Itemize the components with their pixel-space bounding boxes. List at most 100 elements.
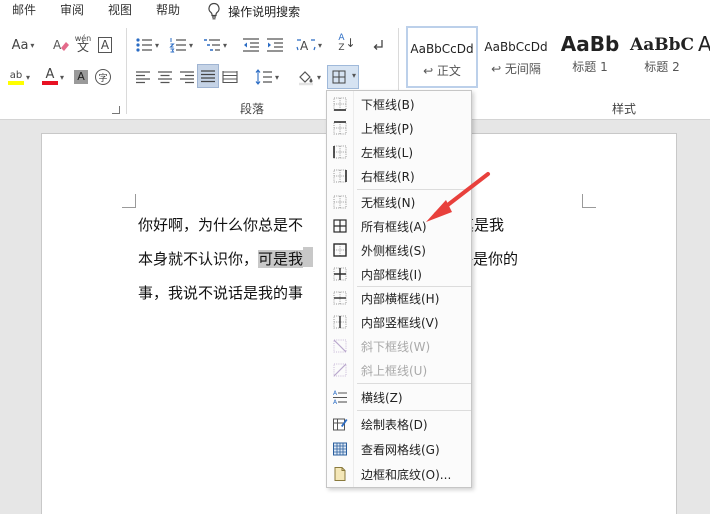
phonetic-guide-button[interactable]: wén 文 (74, 32, 92, 54)
menu-item-no-border[interactable]: 无框线(N) (327, 190, 471, 214)
numbering-button[interactable]: ▾ (166, 34, 196, 56)
menu-item-inside-horizontal[interactable]: 内部横框线(H) (327, 286, 471, 310)
increase-indent-button[interactable] (264, 34, 286, 56)
menu-item-label: 横线(Z) (361, 390, 403, 405)
group-separator (126, 28, 127, 114)
style-normal-name: ↩ 正文 (423, 64, 461, 78)
border-inside-horizontal-icon (333, 291, 347, 305)
draw-table-icon (333, 418, 348, 431)
decrease-indent-button[interactable] (240, 34, 262, 56)
align-center-button[interactable] (156, 66, 174, 88)
asian-layout-button[interactable]: A ▾ (294, 34, 324, 56)
menu-item-outside-borders[interactable]: 外侧框线(S) (327, 238, 471, 262)
align-left-button[interactable] (134, 66, 152, 88)
border-bottom-icon (333, 97, 347, 111)
text-highlight-button[interactable]: ab ▾ (4, 66, 34, 88)
distributed-button[interactable] (221, 66, 239, 88)
svg-text:A: A (53, 38, 62, 52)
menu-item-bottom-border[interactable]: 下框线(B) (327, 92, 471, 116)
font-color-swatch: A (41, 67, 58, 85)
chevron-down-icon: ▾ (59, 72, 64, 82)
clear-formatting-button[interactable]: A (50, 34, 72, 56)
menu-separator (357, 383, 471, 384)
font-color-label: A (45, 67, 55, 82)
chevron-down-icon: ▾ (30, 40, 35, 50)
menu-item-inside-vertical[interactable]: 内部竖框线(V) (327, 310, 471, 334)
font-dialog-launcher[interactable] (112, 106, 120, 114)
menu-help[interactable]: 帮助 (144, 0, 192, 22)
style-heading-2[interactable]: AaBbC 标题 2 (626, 26, 698, 88)
border-all-icon (332, 70, 346, 84)
borders-button[interactable]: ▾ (327, 65, 359, 89)
menu-item-diagonal-up[interactable]: 斜上框线(U) (327, 358, 471, 382)
shading-button[interactable]: ▾ (294, 66, 324, 88)
style-heading-1[interactable]: AaBb 标题 1 (554, 26, 626, 88)
style-no-spacing-name: ↩ 无间隔 (491, 62, 541, 76)
menu-item-all-borders[interactable]: 所有框线(A) (327, 214, 471, 238)
menu-item-inside-borders[interactable]: 内部框线(I) (327, 262, 471, 286)
style-heading-1-sample: AaBb (560, 32, 620, 56)
svg-text:A: A (333, 390, 338, 397)
justify-button[interactable] (197, 64, 219, 88)
highlight-color-bar (7, 80, 24, 85)
menu-separator (357, 410, 471, 411)
menu-review[interactable]: 审阅 (48, 0, 96, 22)
borders-and-shading-icon (334, 467, 346, 481)
increase-indent-icon (267, 38, 283, 52)
diagonal-down-border-icon (333, 339, 347, 353)
line-spacing-button[interactable]: ▾ (252, 66, 282, 88)
menu-item-horizontal-line[interactable]: A A 横线(Z) (327, 385, 471, 409)
style-normal[interactable]: AaBbCcDd ↩ 正文 (406, 26, 478, 88)
font-color-bar (41, 81, 58, 85)
multilevel-list-button[interactable]: ▾ (200, 34, 230, 56)
change-case-button[interactable]: Aa ▾ (6, 34, 40, 56)
sort-button[interactable]: A Z ↓ (336, 32, 358, 54)
character-shading-button[interactable]: A (72, 66, 90, 88)
chevron-down-icon: ▾ (154, 40, 159, 50)
enclose-border-button[interactable]: A (96, 34, 114, 56)
font-case-label: Aa (11, 37, 29, 53)
menu-item-top-border[interactable]: 上框线(P) (327, 116, 471, 140)
menu-item-right-border[interactable]: 右框线(R) (327, 164, 471, 188)
enclose-characters-button[interactable]: 字 (94, 66, 112, 88)
style-heading-1-name: 标题 1 (572, 60, 608, 74)
lightbulb-icon (208, 2, 220, 20)
style-title-partial[interactable]: A (698, 26, 710, 88)
menu-item-borders-shading[interactable]: 边框和底纹(O)... (327, 462, 471, 486)
align-center-icon (158, 71, 172, 84)
paragraph-mark-icon (373, 40, 383, 50)
menu-item-label: 下框线(B) (361, 97, 415, 112)
style-no-spacing[interactable]: AaBbCcDd ↩ 无间隔 (480, 26, 552, 88)
style-title-sample: A (698, 32, 710, 56)
menu-item-view-gridlines[interactable]: 查看网格线(G) (327, 437, 471, 461)
paint-bucket-icon (298, 71, 313, 86)
menu-bar: 邮件 审阅 视图 帮助 操作说明搜索 (0, 0, 710, 22)
show-formatting-marks-button[interactable] (368, 34, 388, 56)
chevron-down-icon: ▾ (188, 40, 193, 50)
tell-me-search[interactable]: 操作说明搜索 (192, 2, 300, 20)
menu-view[interactable]: 视图 (96, 0, 144, 22)
borders-dropdown-menu: 下框线(B) 上框线(P) 左框线(L) 右框线(R) 无框线(N) 所有框线(… (326, 90, 472, 488)
border-top-icon (333, 121, 347, 135)
chevron-down-icon: ▾ (316, 72, 321, 82)
menu-item-label: 内部横框线(H) (361, 291, 440, 306)
menu-item-label: 所有框线(A) (361, 219, 427, 234)
eraser-icon: A (53, 38, 69, 52)
bullets-button[interactable]: ▾ (132, 34, 162, 56)
menu-item-draw-table[interactable]: 绘制表格(D) (327, 412, 471, 436)
sort-z-label: Z (338, 43, 345, 53)
styles-group-label: 样式 (612, 102, 637, 116)
align-right-icon (180, 71, 194, 84)
a-box-label: A (97, 37, 113, 53)
align-left-icon (136, 71, 150, 84)
horizontal-line-icon: A A (333, 390, 347, 405)
crop-mark-top-left (122, 194, 136, 208)
menu-item-diagonal-down[interactable]: 斜下框线(W) (327, 334, 471, 358)
align-right-button[interactable] (178, 66, 196, 88)
font-color-button[interactable]: A ▾ (38, 66, 68, 88)
decrease-indent-icon (243, 38, 259, 52)
menu-mailings[interactable]: 邮件 (0, 0, 48, 22)
border-outside-icon (333, 243, 347, 257)
menu-item-left-border[interactable]: 左框线(L) (327, 140, 471, 164)
shade-label: A (74, 70, 88, 84)
